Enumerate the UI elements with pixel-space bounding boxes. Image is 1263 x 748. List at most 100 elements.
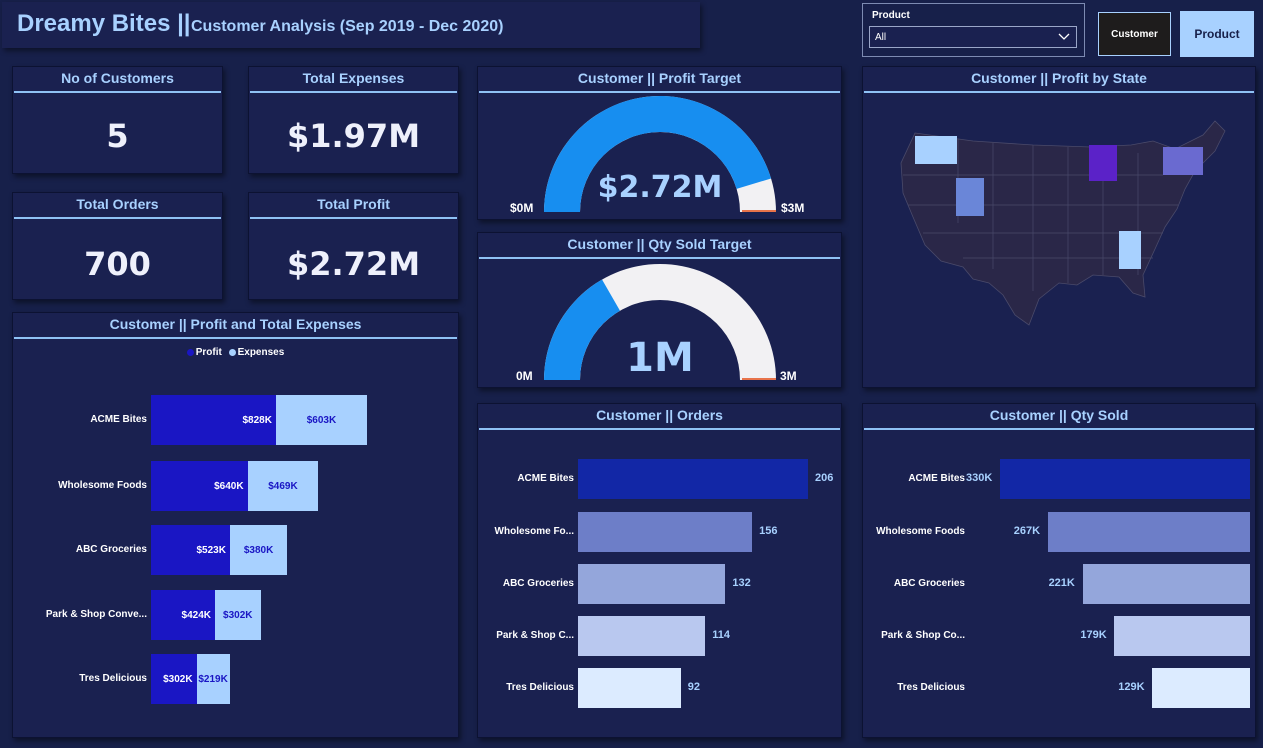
orders-data-label: 92 [687,681,700,693]
map-title: Customer || Profit by State [864,67,1254,93]
orders-data-label: 114 [712,629,731,641]
kpi-title: Total Expenses [250,67,457,93]
product-slicer: Product All [862,3,1085,57]
category-label: ACME Bites [908,473,965,484]
bar-row[interactable]: Tres Delicious $302K $219K [13,654,458,704]
orders-bar[interactable] [578,564,726,604]
bar-row[interactable]: Park & Shop C... 114 [478,616,841,656]
profit-data-label: $523K [196,544,226,556]
gauge-fill [544,279,620,380]
kpi-value: $2.72M [286,245,421,283]
bar-row[interactable]: Wholesome Foods $640K $469K [13,461,458,511]
kpi-title: Total Orders [14,193,221,219]
qty-bar[interactable] [1082,564,1250,604]
bar-row[interactable]: ABC Groceries $523K $380K [13,525,458,575]
chart-title: Customer || Profit and Total Expenses [14,313,457,339]
category-label: Tres Delicious [79,673,147,684]
state-new-york[interactable] [1163,147,1203,175]
kpi-card-orders: Total Orders 700 [12,192,223,300]
profit-data-label: $302K [163,673,193,685]
chart-title: Customer || Orders [479,404,840,430]
orders-data-label: 132 [732,577,751,589]
gauge-title: Customer || Qty Sold Target [479,233,840,259]
bar-row[interactable]: ACME Bites $828K $603K [13,395,458,445]
slicer-selected-value: All [875,32,887,43]
chevron-down-icon [1058,33,1070,40]
expenses-data-label: $469K [268,480,298,492]
profit-expenses-chart: Customer || Profit and Total Expenses Pr… [12,312,459,738]
kpi-title: No of Customers [14,67,221,93]
gauge-title: Customer || Profit Target [479,67,840,93]
product-nav-button[interactable]: Product [1180,11,1254,57]
profit-data-label: $828K [242,414,272,426]
expenses-data-label: $302K [223,609,253,621]
qty-bar[interactable] [1047,512,1250,552]
category-label: ACME Bites [90,414,147,425]
state-utah[interactable] [956,178,984,216]
profit-data-label: $424K [181,609,211,621]
qty-data-label: 267K [1013,525,1041,537]
state-wisconsin[interactable] [1089,145,1117,181]
qty-sold-chart: Customer || Qty Sold ACME Bites 330K Whole… [862,403,1256,738]
category-label: Wholesome Foods [876,526,965,537]
kpi-card-expenses: Total Expenses $1.97M [248,66,459,174]
chart-title: Customer || Qty Sold [864,404,1254,430]
qty-bar[interactable] [1114,616,1250,656]
gauge-min-label: $0M [510,201,533,215]
kpi-value: 5 [106,117,129,155]
state-washington[interactable] [915,136,957,164]
bar-row[interactable]: Park & Shop Co... 179K [863,616,1255,656]
legend-dot-expenses [228,348,236,356]
brand-title: Dreamy Bites || [17,10,191,37]
bar-row[interactable]: Park & Shop Conve... $424K $302K [13,590,458,640]
gauge-value-label: 1M [626,335,694,381]
bar-row[interactable]: Tres Delicious 92 [478,668,841,708]
expenses-data-label: $380K [243,544,274,556]
qty-bar[interactable] [1000,459,1250,499]
bar-row[interactable]: Wholesome Foods 267K [863,512,1255,552]
profit-by-state-map: Customer || Profit by State [862,66,1256,388]
gauge-base-line [742,378,776,380]
header-banner: Dreamy Bites || Customer Analysis (Sep 2… [2,2,700,48]
category-label: Park & Shop Co... [881,630,965,641]
gauge-svg: 1M 0M 3M [516,264,797,383]
gauge-value-label: $2.72M [598,170,723,205]
gauge-svg: $2.72M $0M $3M [510,95,804,215]
legend-profit: Profit [195,347,222,358]
category-label: Tres Delicious [897,682,965,693]
qty-bar[interactable] [1152,668,1250,708]
state-alabama[interactable] [1119,231,1141,269]
category-label: Wholesome Foods [58,480,147,491]
bar-row[interactable]: Wholesome Fo... 156 [478,512,841,552]
slicer-label: Product [872,10,910,21]
orders-bar[interactable] [578,668,681,708]
qty-data-label: 330K [966,472,993,484]
kpi-card-profit: Total Profit $2.72M [248,192,459,300]
kpi-title: Total Profit [250,193,457,219]
category-label: Tres Delicious [506,682,574,693]
qty-data-label: 129K [1118,681,1145,693]
orders-bar[interactable] [578,512,753,552]
orders-bar[interactable] [578,616,706,656]
orders-data-label: 206 [815,472,834,484]
bar-row[interactable]: Tres Delicious 129K [863,668,1255,708]
bar-row[interactable]: ACME Bites 330K [863,459,1255,499]
profit-data-label: $640K [214,480,244,492]
category-label: Wholesome Fo... [494,526,574,537]
bar-row[interactable]: ABC Groceries 132 [478,564,841,604]
bar-row[interactable]: ACME Bites 206 [478,459,841,499]
customer-nav-button[interactable]: Customer [1098,12,1171,56]
legend-dot-profit [186,348,194,356]
orders-bar[interactable] [578,459,808,499]
expenses-data-label: $603K [306,414,337,426]
qty-target-gauge: Customer || Qty Sold Target 1M 0M 3M [477,232,842,388]
gauge-base-line [742,210,776,212]
profit-target-gauge: Customer || Profit Target $2.72M $0M $3M [477,66,842,220]
product-dropdown[interactable]: All [869,26,1077,48]
category-label: ABC Groceries [75,544,147,555]
bar-row[interactable]: ABC Groceries 221K [863,564,1255,604]
us-map[interactable] [863,93,1255,387]
orders-chart: Customer || Orders ACME Bites 206 Wholesom… [477,403,842,738]
category-label: ACME Bites [517,473,574,484]
category-label: ABC Groceries [502,578,574,589]
